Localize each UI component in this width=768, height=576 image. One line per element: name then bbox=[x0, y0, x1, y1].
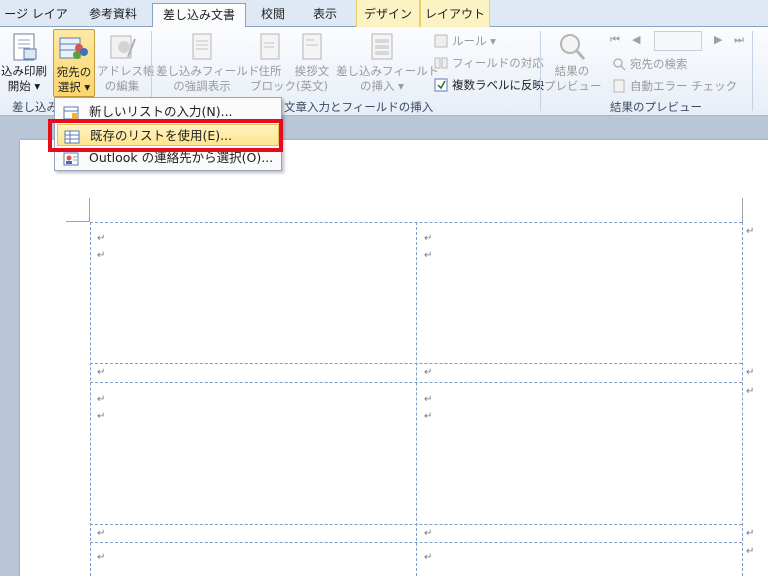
preview-results-button[interactable]: 結果の プレビュー bbox=[544, 29, 602, 97]
address-block-button[interactable]: 住所 ブロック bbox=[250, 29, 296, 97]
find-recipient-icon bbox=[612, 57, 626, 71]
highlight-fields-label-1: 差し込みフィールド bbox=[156, 64, 260, 78]
last-record-icon[interactable]: ⏭ bbox=[734, 33, 744, 47]
edit-list-label-2: の編集 bbox=[104, 79, 140, 93]
row-end-mark: ↵ bbox=[746, 546, 755, 557]
paragraph-mark: ↵ bbox=[97, 250, 106, 261]
tab-review[interactable]: 校閲 bbox=[250, 3, 296, 27]
table-gridline bbox=[416, 222, 417, 576]
auto-check-label: 自動エラー チェック bbox=[630, 79, 738, 93]
preview-label-2: プレビュー bbox=[544, 79, 602, 93]
table-gridline bbox=[90, 222, 91, 576]
table-gridline bbox=[742, 222, 743, 576]
menu-item-label: Outlook の連絡先から選択(O)... bbox=[89, 150, 274, 165]
menu-item-label: 新しいリストの入力(N)... bbox=[89, 104, 233, 119]
highlight-fields-icon bbox=[186, 31, 218, 63]
tab-references[interactable]: 参考資料 bbox=[78, 3, 148, 27]
start-mail-merge-button[interactable]: 込み印刷 開始 ▾ bbox=[0, 29, 50, 97]
edit-list-label-1: アドレス帳 bbox=[97, 64, 155, 78]
paragraph-mark: ↵ bbox=[424, 528, 433, 539]
group-separator bbox=[540, 31, 541, 111]
record-number-input[interactable] bbox=[654, 31, 702, 51]
row-end-mark: ↵ bbox=[746, 367, 755, 378]
preview-label-1: 結果の bbox=[554, 64, 590, 78]
start-merge-label-1: 込み印刷 bbox=[1, 64, 47, 78]
rules-button[interactable]: ルール ▾ bbox=[432, 31, 496, 51]
record-navigation: ⏮ ◀ ▶ ⏭ bbox=[610, 31, 750, 51]
paragraph-mark: ↵ bbox=[424, 552, 433, 563]
start-merge-label-2: 開始 ▾ bbox=[7, 79, 41, 93]
next-record-icon[interactable]: ▶ bbox=[714, 33, 722, 46]
rules-icon bbox=[434, 34, 448, 48]
update-labels-icon bbox=[434, 78, 448, 92]
row-end-mark: ↵ bbox=[746, 528, 755, 539]
address-block-icon bbox=[254, 31, 286, 63]
rules-label: ルール ▾ bbox=[452, 34, 496, 48]
highlight-annotation-box bbox=[48, 119, 283, 152]
first-record-icon[interactable]: ⏮ bbox=[610, 33, 620, 47]
tab-layout[interactable]: レイアウト bbox=[420, 0, 490, 27]
tab-page-layout[interactable]: ージ レイアウト bbox=[0, 3, 72, 43]
group-label-start: 差し込み bbox=[12, 100, 58, 114]
preview-magnifier-icon bbox=[556, 31, 588, 63]
paragraph-mark: ↵ bbox=[97, 552, 106, 563]
edit-list-icon bbox=[106, 31, 138, 63]
paragraph-mark: ↵ bbox=[97, 394, 106, 405]
row-end-mark: ↵ bbox=[746, 226, 755, 237]
match-fields-label: フィールドの対応 bbox=[452, 56, 544, 70]
outlook-contacts-icon bbox=[63, 151, 79, 166]
find-recipient-label: 宛先の検索 bbox=[630, 57, 688, 71]
document-merge-icon bbox=[8, 31, 40, 63]
greeting-line-icon bbox=[296, 31, 328, 63]
greeting-label-2: (英文) bbox=[296, 79, 328, 93]
select-recipients-label-2: 選択 ▾ bbox=[57, 80, 91, 94]
match-fields-button[interactable]: フィールドの対応 bbox=[432, 53, 544, 73]
edit-recipient-list-button[interactable]: アドレス帳 の編集 bbox=[97, 29, 155, 97]
tab-view[interactable]: 表示 bbox=[300, 3, 350, 27]
highlight-merge-fields-button[interactable]: 差し込みフィールド の強調表示 bbox=[156, 29, 260, 97]
group-label-write: 文章入力とフィールドの挿入 bbox=[284, 100, 434, 114]
paragraph-mark: ↵ bbox=[424, 367, 433, 378]
greeting-label-1: 挨拶文 bbox=[294, 64, 330, 78]
auto-check-icon bbox=[612, 79, 626, 93]
previous-record-icon[interactable]: ◀ bbox=[632, 33, 640, 46]
update-labels-label: 複数ラベルに反映 bbox=[452, 78, 544, 92]
auto-check-errors-button[interactable]: 自動エラー チェック bbox=[610, 76, 737, 96]
crop-mark bbox=[742, 198, 743, 222]
paragraph-mark: ↵ bbox=[424, 233, 433, 244]
tab-design[interactable]: デザイン bbox=[356, 0, 420, 27]
find-recipient-button[interactable]: 宛先の検索 bbox=[610, 54, 688, 74]
row-end-mark: ↵ bbox=[746, 386, 755, 397]
recipients-list-icon bbox=[58, 32, 90, 64]
paragraph-mark: ↵ bbox=[424, 411, 433, 422]
insert-field-label-1: 差し込みフィールド bbox=[336, 64, 440, 78]
select-recipients-button[interactable]: 宛先の 選択 ▾ bbox=[53, 29, 95, 97]
update-labels-button[interactable]: 複数ラベルに反映 bbox=[432, 75, 544, 95]
crop-mark bbox=[66, 221, 90, 222]
highlight-fields-label-2: の強調表示 bbox=[173, 79, 231, 93]
insert-merge-field-button[interactable]: 差し込みフィールド の挿入 ▾ bbox=[336, 29, 440, 97]
address-block-label-1: 住所 bbox=[258, 64, 282, 78]
address-block-label-2: ブロック bbox=[250, 79, 296, 93]
ribbon-tab-bar: ージ レイアウト 参考資料 差し込み文書 校閲 表示 デザイン レイアウト bbox=[0, 0, 768, 43]
match-fields-icon bbox=[434, 56, 448, 70]
select-recipients-label-1: 宛先の bbox=[56, 65, 92, 79]
insert-field-icon bbox=[366, 31, 398, 63]
new-list-icon bbox=[63, 105, 79, 120]
group-label-preview: 結果のプレビュー bbox=[610, 100, 702, 114]
greeting-line-button[interactable]: 挨拶文 (英文) bbox=[292, 29, 332, 97]
tab-mailings[interactable]: 差し込み文書 bbox=[152, 3, 246, 28]
document-page[interactable] bbox=[20, 140, 768, 576]
crop-mark bbox=[89, 198, 90, 222]
group-separator bbox=[752, 31, 753, 111]
paragraph-mark: ↵ bbox=[97, 528, 106, 539]
insert-field-label-2: の挿入 ▾ bbox=[360, 79, 404, 93]
paragraph-mark: ↵ bbox=[424, 394, 433, 405]
paragraph-mark: ↵ bbox=[97, 367, 106, 378]
paragraph-mark: ↵ bbox=[424, 250, 433, 261]
paragraph-mark: ↵ bbox=[97, 233, 106, 244]
paragraph-mark: ↵ bbox=[97, 411, 106, 422]
